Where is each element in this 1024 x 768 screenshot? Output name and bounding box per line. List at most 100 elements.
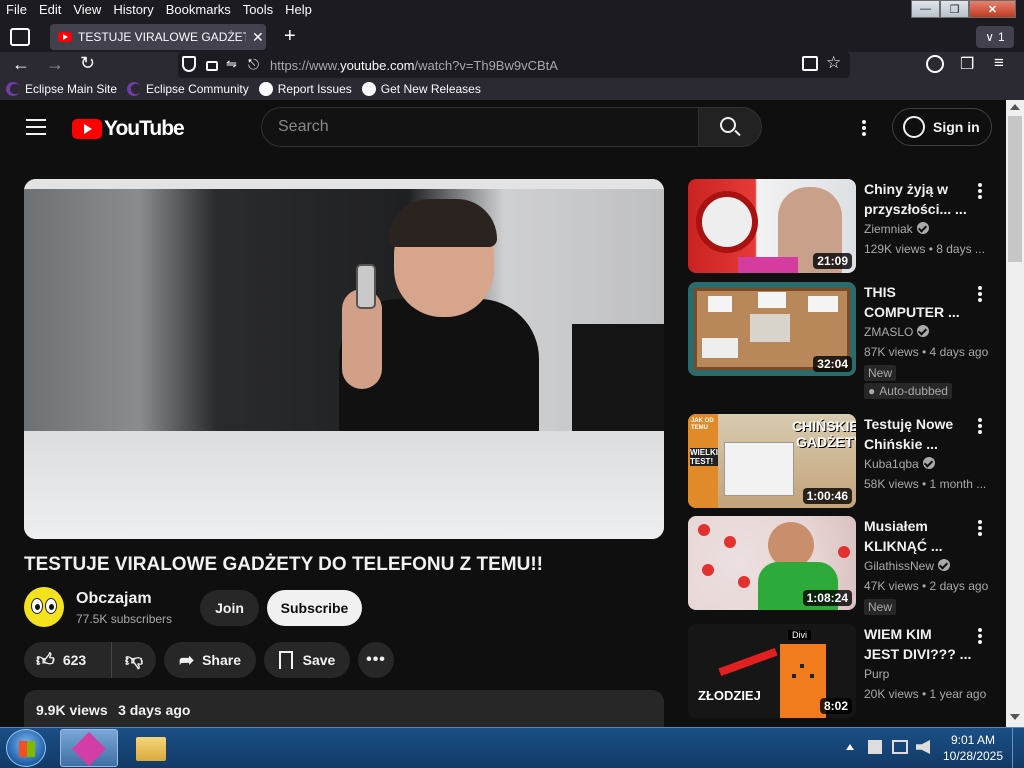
forward-icon[interactable]: → bbox=[46, 54, 64, 75]
video-thumbnail[interactable]: Divi ZŁODZIEJ 8:02 bbox=[688, 624, 856, 718]
account-icon[interactable] bbox=[926, 55, 944, 73]
menu-view[interactable]: View bbox=[67, 0, 107, 20]
start-button[interactable] bbox=[6, 729, 46, 767]
video-thumbnail[interactable]: 32:04 bbox=[688, 282, 856, 376]
more-options-icon[interactable] bbox=[978, 183, 982, 199]
extensions-icon[interactable]: ❒ bbox=[960, 54, 974, 74]
bookmark-eclipse-main[interactable]: Eclipse Main Site bbox=[6, 82, 117, 96]
recommended-channel: Purp bbox=[864, 667, 890, 681]
tab-count: 1 bbox=[998, 30, 1005, 44]
channel-avatar[interactable] bbox=[24, 587, 64, 627]
navigation-bar: ← → ↻ ⇋ ⎋ https://www.youtube.com/watch?… bbox=[0, 52, 1024, 78]
recommended-item[interactable]: 32:04 THIS COMPUTER ... ZMASLO 87K views … bbox=[688, 282, 998, 402]
app-icon bbox=[72, 732, 106, 766]
network-icon[interactable] bbox=[892, 740, 908, 754]
app-menu-icon[interactable]: ≡ bbox=[994, 53, 1004, 73]
firefox-view-icon[interactable] bbox=[10, 28, 30, 46]
share-button[interactable]: ➦ Share bbox=[164, 642, 256, 678]
like-button[interactable]: 👍︎ 623 bbox=[24, 642, 112, 678]
duration-label: 32:04 bbox=[813, 356, 852, 372]
verified-icon bbox=[938, 559, 951, 571]
more-options-icon[interactable] bbox=[978, 418, 982, 434]
scroll-up-arrow-icon[interactable] bbox=[1010, 104, 1020, 110]
video-thumbnail[interactable]: JAK OD TEMU WIELKI TEST! CHIŃSKIE GADŻET… bbox=[688, 414, 856, 508]
new-badge: New bbox=[864, 364, 897, 382]
menu-file[interactable]: File bbox=[0, 0, 33, 20]
menu-history[interactable]: History bbox=[107, 0, 159, 20]
show-desktop-button[interactable] bbox=[1012, 728, 1024, 768]
join-button[interactable]: Join bbox=[200, 590, 259, 626]
save-button[interactable]: Save bbox=[264, 642, 350, 678]
view-count: 9.9K views bbox=[36, 702, 108, 718]
page-scrollbar[interactable] bbox=[1006, 100, 1024, 727]
search-button[interactable] bbox=[698, 107, 762, 147]
channel-name[interactable]: Obczajam bbox=[76, 590, 152, 608]
volume-icon[interactable] bbox=[916, 740, 930, 754]
tab-youtube[interactable]: TESTUJE VIRALOWE GADŻETY D ✕ bbox=[50, 24, 266, 50]
subscribe-button[interactable]: Subscribe bbox=[267, 590, 362, 626]
more-actions-button[interactable]: ••• bbox=[358, 642, 394, 678]
youtube-logo[interactable]: YouTube bbox=[72, 117, 185, 141]
recommended-item[interactable]: 21:09 Chiny żyją w przyszłości... ... Zie… bbox=[688, 179, 998, 273]
show-hidden-icons[interactable] bbox=[846, 744, 854, 750]
recommended-title: WIEM KIM JEST DIVI??? ... bbox=[864, 626, 972, 662]
sign-in-button[interactable]: Sign in bbox=[892, 108, 992, 146]
share-arrow-icon: ➦ bbox=[178, 649, 195, 670]
windows-logo-icon bbox=[19, 741, 35, 757]
close-window-button[interactable]: ✕ bbox=[969, 0, 1016, 18]
menu-tools[interactable]: Tools bbox=[237, 0, 279, 20]
description-box[interactable]: 9.9K views 3 days ago bbox=[24, 690, 664, 727]
like-dislike-group: 👍︎ 623 👎︎ bbox=[24, 642, 156, 678]
more-options-icon[interactable] bbox=[978, 520, 982, 536]
youtube-page: YouTube Search Sign in TESTUJE VIRALOWE … bbox=[0, 100, 1006, 727]
menu-bar: File Edit View History Bookmarks Tools H… bbox=[0, 0, 1024, 20]
video-thumbnail[interactable]: 21:09 bbox=[688, 179, 856, 273]
hamburger-menu-icon[interactable] bbox=[26, 119, 46, 135]
tab-list-button[interactable]: ∨ 1 bbox=[976, 26, 1014, 48]
taskbar-app-firefox[interactable] bbox=[60, 729, 118, 767]
bookmark-star-icon[interactable]: ☆ bbox=[826, 53, 841, 73]
upload-date: 3 days ago bbox=[118, 702, 191, 718]
recommended-item[interactable]: JAK OD TEMU WIELKI TEST! CHIŃSKIE GADŻET… bbox=[688, 414, 998, 508]
recommended-item[interactable]: Divi ZŁODZIEJ 8:02 WIEM KIM JEST DIVI??? … bbox=[688, 624, 998, 718]
folder-icon bbox=[136, 737, 166, 761]
menu-bookmarks[interactable]: Bookmarks bbox=[160, 0, 237, 20]
thumbs-down-icon: 👎︎ bbox=[124, 650, 144, 670]
maximize-button[interactable]: ❐ bbox=[940, 0, 969, 18]
settings-more-icon[interactable] bbox=[862, 120, 866, 136]
menu-edit[interactable]: Edit bbox=[33, 0, 67, 20]
bookmark-eclipse-community[interactable]: Eclipse Community bbox=[127, 82, 249, 96]
new-tab-icon[interactable]: + bbox=[284, 25, 296, 47]
menu-help[interactable]: Help bbox=[279, 0, 318, 20]
more-options-icon[interactable] bbox=[978, 286, 982, 302]
user-circle-icon bbox=[903, 116, 925, 138]
recommended-item[interactable]: 1:08:24 Musiałem KLIKNĄĆ ... GilathissNew… bbox=[688, 516, 998, 626]
dislike-button[interactable]: 👎︎ bbox=[112, 642, 156, 678]
clock[interactable]: 9:01 AM 10/28/2025 bbox=[940, 732, 1006, 764]
more-options-icon[interactable] bbox=[978, 628, 982, 644]
tracking-protection-icon[interactable] bbox=[182, 56, 196, 72]
reader-view-icon[interactable] bbox=[802, 56, 818, 71]
bookmark-new-releases[interactable]: Get New Releases bbox=[361, 82, 481, 96]
back-icon[interactable]: ← bbox=[12, 54, 30, 75]
video-player[interactable] bbox=[24, 179, 664, 539]
lock-icon[interactable] bbox=[206, 61, 218, 71]
duration-label: 8:02 bbox=[819, 698, 852, 714]
scroll-down-arrow-icon[interactable] bbox=[1010, 714, 1020, 720]
verified-icon bbox=[922, 457, 935, 469]
autoplay-blocked-icon[interactable]: ⎋ bbox=[248, 56, 259, 73]
action-center-icon[interactable] bbox=[868, 740, 882, 754]
search-input[interactable]: Search bbox=[261, 107, 699, 147]
permissions-icon[interactable]: ⇋ bbox=[226, 56, 237, 72]
recommended-meta: 47K views • 2 days ago bbox=[864, 579, 989, 593]
reload-icon[interactable]: ↻ bbox=[80, 53, 95, 74]
video-thumbnail[interactable]: 1:08:24 bbox=[688, 516, 856, 610]
tab-close-icon[interactable]: ✕ bbox=[252, 29, 264, 46]
taskbar: 9:01 AM 10/28/2025 bbox=[0, 727, 1024, 768]
scrollbar-thumb[interactable] bbox=[1008, 116, 1022, 262]
url-bar[interactable]: ⇋ ⎋ https://www.youtube.com/watch?v=Th9B… bbox=[178, 52, 850, 78]
minimize-button[interactable]: — bbox=[911, 0, 940, 18]
recommended-title: THIS COMPUTER ... bbox=[864, 284, 960, 320]
bookmark-report-issues[interactable]: Report Issues bbox=[258, 82, 352, 96]
taskbar-app-explorer[interactable] bbox=[124, 729, 178, 767]
